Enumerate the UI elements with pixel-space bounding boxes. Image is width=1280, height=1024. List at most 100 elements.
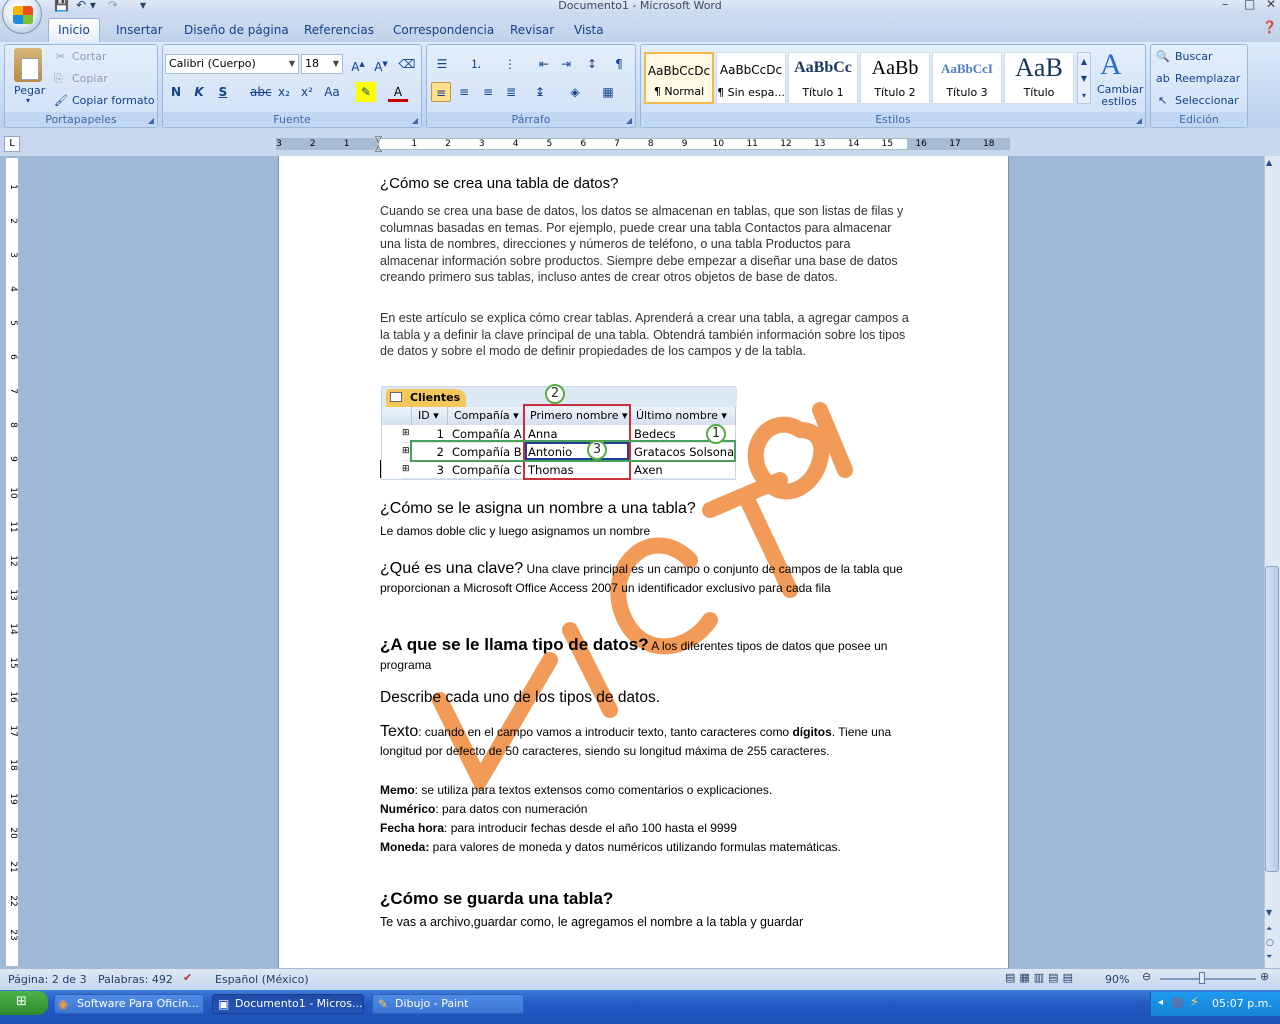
undo-icon[interactable]: ↶ ▾ xyxy=(76,0,96,12)
shading-icon[interactable]: ◈ xyxy=(565,82,585,102)
ruler-tick: 6 xyxy=(8,354,18,360)
select-icon: ↖ xyxy=(1158,94,1168,107)
font-color-icon[interactable]: A xyxy=(388,82,408,102)
taskbar-item-word[interactable]: Documento1 - Micros... xyxy=(212,994,364,1014)
scroll-up-icon[interactable]: ▲ xyxy=(1266,158,1272,167)
style-titulo-2[interactable]: AaBb Título 2 xyxy=(860,52,930,104)
align-left-icon[interactable]: ≡ xyxy=(431,82,451,102)
style-titulo-1[interactable]: AaBbCc Título 1 xyxy=(788,52,858,104)
format-painter-button[interactable]: Copiar formato xyxy=(72,94,155,107)
customize-qat-icon[interactable]: ▾ xyxy=(140,0,146,12)
clipboard-launcher-icon[interactable]: ◢ xyxy=(148,116,154,125)
ruler-tick: 15 xyxy=(881,139,894,149)
grow-font-icon[interactable]: A▲ xyxy=(348,54,368,74)
view-buttons[interactable]: ▤▦▥▤▤ xyxy=(1005,971,1077,984)
zoom-in-icon[interactable]: ⊕ xyxy=(1260,970,1269,983)
scroll-down-icon[interactable]: ▼ xyxy=(1266,908,1272,917)
tray-expand-icon[interactable]: ◂ xyxy=(1158,997,1163,1008)
ruler-margin-left xyxy=(277,139,379,149)
justify-icon[interactable]: ≣ xyxy=(501,82,521,102)
zoom-out-icon[interactable]: ⊖ xyxy=(1142,970,1151,983)
decrease-indent-icon[interactable]: ⇤ xyxy=(534,54,554,74)
network-icon[interactable]: ⚡ xyxy=(1190,995,1199,1010)
find-button[interactable]: Buscar xyxy=(1175,50,1213,63)
copy-button[interactable]: Copiar xyxy=(72,72,108,85)
style-sin-espaciado[interactable]: AaBbCcDc ¶ Sin espa... xyxy=(716,52,786,104)
font-name-combo[interactable]: Calibri (Cuerpo) ▼ xyxy=(165,54,299,74)
tab-insertar[interactable]: Insertar xyxy=(116,22,163,38)
styles-scroll[interactable]: ▲ ▼ ▾ xyxy=(1077,52,1091,104)
increase-indent-icon[interactable]: ⇥ xyxy=(556,54,576,74)
tab-correspondencia[interactable]: Correspondencia xyxy=(393,22,494,38)
ruler-tick: 17 xyxy=(949,139,961,149)
underline-icon[interactable]: S xyxy=(213,82,233,102)
style-normal[interactable]: AaBbCcDc ¶ Normal xyxy=(644,52,714,104)
page-count[interactable]: Página: 2 de 3 xyxy=(8,973,87,986)
tab-selector-icon[interactable]: L xyxy=(4,136,20,152)
word-count[interactable]: Palabras: 492 xyxy=(98,973,173,986)
select-button[interactable]: Seleccionar xyxy=(1175,94,1239,107)
next-page-icon[interactable]: ⏷ xyxy=(1266,952,1272,962)
redo-icon[interactable]: ↷ xyxy=(108,0,118,12)
maximize-button[interactable]: □ xyxy=(1244,0,1255,11)
language-status[interactable]: Español (México) xyxy=(215,973,309,986)
taskbar-item-paint[interactable]: Dibujo - Paint xyxy=(372,994,524,1014)
show-marks-icon[interactable]: ¶ xyxy=(609,54,629,74)
previous-page-icon[interactable]: ⏶ xyxy=(1266,924,1272,934)
paste-icon[interactable] xyxy=(14,48,42,82)
save-icon[interactable]: 💾 xyxy=(54,0,69,12)
zoom-level[interactable]: 90% xyxy=(1105,973,1129,986)
bullets-icon[interactable]: ☰ xyxy=(432,54,452,74)
antivirus-icon[interactable]: ◎ xyxy=(1172,995,1183,1010)
browse-object-icon[interactable]: ○ xyxy=(1266,938,1274,948)
change-styles-icon[interactable]: A xyxy=(1100,48,1122,82)
horizontal-ruler[interactable]: 3 2 1 1 2 3 4 5 6 7 8 9 10 11 12 13 14 15 16 17 18 xyxy=(276,138,1010,150)
borders-icon[interactable]: ▦ xyxy=(598,82,618,102)
font-launcher-icon[interactable]: ◢ xyxy=(412,116,418,125)
sort-icon[interactable]: ↕ xyxy=(582,54,602,74)
styles-launcher-icon[interactable]: ◢ xyxy=(1136,116,1142,125)
cut-button[interactable]: Cortar xyxy=(72,50,107,63)
tab-inicio[interactable]: Inicio xyxy=(48,18,100,42)
style-titulo[interactable]: AaB Título xyxy=(1004,52,1074,104)
align-right-icon[interactable]: ≡ xyxy=(478,82,498,102)
close-button[interactable]: ✕ xyxy=(1266,0,1276,11)
multilevel-list-icon[interactable]: ⋮ xyxy=(500,54,520,74)
tab-referencias[interactable]: Referencias xyxy=(304,22,374,38)
superscript-icon[interactable]: x² xyxy=(297,82,317,102)
font-size-combo[interactable]: 18 ▼ xyxy=(301,54,343,74)
change-case-icon[interactable]: Aa xyxy=(322,82,342,102)
spelling-check-icon[interactable]: ✔ xyxy=(183,971,192,984)
clock[interactable]: 05:07 p.m. xyxy=(1212,997,1272,1010)
italic-icon[interactable]: K xyxy=(189,82,209,102)
indent-marker-icon[interactable]: ▽ △ xyxy=(375,136,385,154)
help-icon[interactable]: ❓ xyxy=(1262,20,1277,34)
ruler-tick: 2 xyxy=(309,139,316,149)
start-button[interactable]: ⊞ xyxy=(0,991,48,1015)
tab-diseno-pagina[interactable]: Diseño de página xyxy=(184,22,289,38)
heading-clave: ¿Qué es una clave? xyxy=(380,560,524,577)
bold-icon[interactable]: N xyxy=(166,82,186,102)
taskbar-item-chrome[interactable]: Software Para Oficin... xyxy=(54,994,204,1014)
shrink-font-icon[interactable]: A▼ xyxy=(371,54,391,74)
expand-icon: ⊞ xyxy=(402,446,410,456)
zoom-slider-thumb[interactable] xyxy=(1199,972,1205,984)
strikethrough-icon[interactable]: abc xyxy=(250,82,272,102)
tab-revisar[interactable]: Revisar xyxy=(510,22,554,38)
line-spacing-icon[interactable]: ↨ xyxy=(530,82,550,102)
clear-format-icon[interactable]: ⌫ xyxy=(397,54,417,74)
replace-button[interactable]: Reemplazar xyxy=(1175,72,1240,85)
change-styles-button[interactable]: Cambiar estilos xyxy=(1097,84,1143,108)
paragraph-launcher-icon[interactable]: ◢ xyxy=(626,116,632,125)
minimize-button[interactable]: – xyxy=(1222,0,1228,11)
style-titulo-3[interactable]: AaBbCcI Título 3 xyxy=(932,52,1002,104)
subscript-icon[interactable]: x₂ xyxy=(274,82,294,102)
highlight-icon[interactable]: ✎ xyxy=(356,82,376,102)
align-center-icon[interactable]: ≡ xyxy=(454,82,474,102)
zoom-slider[interactable] xyxy=(1160,978,1256,980)
numbering-icon[interactable]: ⒈ xyxy=(466,54,486,74)
tab-vista[interactable]: Vista xyxy=(574,22,604,38)
vertical-ruler[interactable]: 1 2 3 4 5 6 7 8 9 10 11 12 13 14 15 16 17 18 19 20 21 22 23 xyxy=(5,157,19,967)
scrollbar-thumb[interactable] xyxy=(1265,566,1279,872)
paste-dropdown-icon[interactable]: ▾ xyxy=(26,96,30,105)
